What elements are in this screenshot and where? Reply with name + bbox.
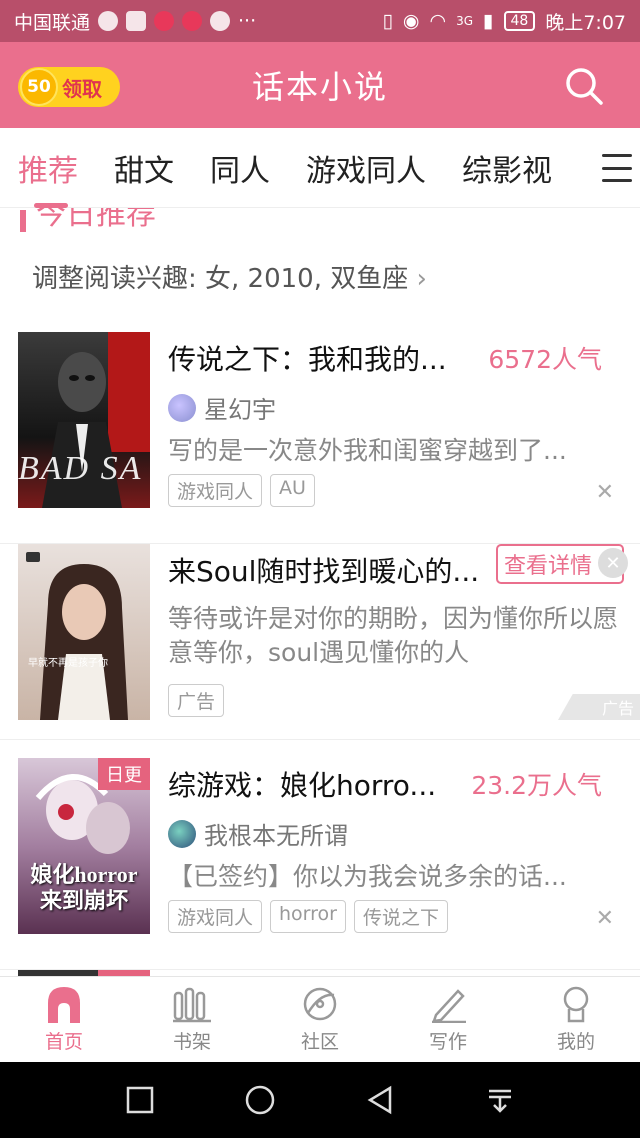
- tag-list: 游戏同人 AU: [168, 474, 315, 507]
- profile-icon: [563, 986, 589, 1023]
- book-title: 综游戏：娘化horro...: [168, 769, 437, 802]
- nav-write[interactable]: 写作: [384, 977, 512, 1062]
- menu-icon[interactable]: [602, 154, 632, 182]
- ad-close-icon[interactable]: ✕: [598, 548, 628, 578]
- claim-coins-button[interactable]: 50 领取: [18, 67, 120, 107]
- nav-write-label: 写作: [428, 1031, 467, 1053]
- home-icon: [48, 987, 80, 1023]
- status-bar: 中国联通 ··· ▯ ◉ ◠ 3G ▮ 48 晚上7:07: [0, 0, 640, 42]
- back-icon[interactable]: [366, 1085, 396, 1115]
- wifi-icon: ◠: [429, 10, 447, 32]
- nav-profile[interactable]: 我的: [512, 977, 640, 1062]
- app-title: 话本小说: [251, 68, 388, 106]
- book-cover[interactable]: BAD SA: [18, 332, 150, 508]
- ad-item[interactable]: 早就不再是孩子你 来Soul随时找到暖心的... 查看详情 ✕ 等待或许是对你的…: [0, 544, 640, 740]
- claim-label: 领取: [62, 76, 102, 101]
- ad-badge: 广告: [558, 694, 640, 720]
- tab-film-tv[interactable]: 综影视: [462, 146, 552, 190]
- system-navigation-bar: [0, 1062, 640, 1138]
- view-details-label: 查看详情: [504, 554, 593, 579]
- network-type: 3G: [456, 14, 474, 28]
- tab-sweet[interactable]: 甜文: [114, 146, 174, 190]
- popularity-count: 23.2万人气: [471, 771, 602, 800]
- tab-game-fanfic[interactable]: 游戏同人: [306, 146, 426, 190]
- tab-recommend[interactable]: 推荐: [18, 146, 78, 208]
- vibrate-icon: ▯: [382, 10, 393, 32]
- author[interactable]: 星幻宇: [168, 390, 276, 425]
- tag[interactable]: horror: [270, 900, 346, 933]
- app-header: 50 领取 话本小说: [0, 42, 640, 206]
- tag[interactable]: 游戏同人: [168, 474, 263, 507]
- tag[interactable]: 传说之下: [354, 900, 449, 933]
- cover-title: 娘化horror来到崩坏: [30, 862, 138, 913]
- nav-profile-label: 我的: [556, 1031, 595, 1053]
- bottom-navigation: 首页 书架 社区 写作 我的: [0, 976, 640, 1062]
- signal-icon: ▮: [483, 10, 494, 32]
- section-title: 今日推荐: [36, 208, 156, 232]
- section-accent-bar: [20, 210, 26, 232]
- cover-title: BAD SA: [18, 450, 143, 487]
- section-header: 今日推荐: [20, 208, 156, 232]
- carrier-label: 中国联通: [14, 11, 91, 34]
- clock: 晚上7:07: [545, 11, 626, 34]
- portrait-icon: [26, 552, 128, 720]
- ad-title: 来Soul随时找到暖心的...: [168, 555, 480, 588]
- tab-fanfic[interactable]: 同人: [210, 146, 270, 190]
- preferences-label: 调整阅读兴趣: 女, 2010, 双鱼座: [32, 264, 409, 294]
- recent-apps-icon[interactable]: [125, 1085, 155, 1115]
- ad-cover-caption: 早就不再是孩子你: [28, 658, 108, 669]
- planet-icon: [303, 987, 337, 1021]
- xiaohongshu-icon: [154, 11, 175, 31]
- popularity-count: 6572人气: [488, 345, 602, 374]
- more-notifications: ···: [238, 10, 257, 32]
- close-icon[interactable]: ✕: [596, 480, 614, 505]
- avatar: [168, 393, 196, 422]
- tag[interactable]: AU: [270, 474, 315, 507]
- close-icon[interactable]: ✕: [596, 906, 614, 931]
- nav-community[interactable]: 社区: [256, 977, 384, 1062]
- ad-cover[interactable]: 早就不再是孩子你: [18, 544, 150, 720]
- battery-indicator: 48: [503, 11, 536, 31]
- chevron-right-icon: ›: [416, 264, 427, 294]
- author-name: 星幻宇: [204, 396, 276, 424]
- book-description: 【已签约】你以为我会说多余的话...: [168, 862, 567, 891]
- gallery-icon: [126, 11, 147, 31]
- category-tabs: 推荐 甜文 同人 游戏同人 综影视: [0, 128, 640, 208]
- reading-preferences-link[interactable]: 调整阅读兴趣: 女, 2010, 双鱼座 ›: [32, 258, 427, 295]
- avatar: [168, 819, 196, 848]
- book-cover[interactable]: 日更 娘化horror来到崩坏: [18, 758, 150, 934]
- bookshelf-icon: [173, 987, 211, 1023]
- home-button-icon[interactable]: [244, 1084, 276, 1116]
- ad-description: 等待或许是对你的期盼，因为懂你所以愿意等你，soul遇见懂你的人: [168, 604, 619, 667]
- nav-home-label: 首页: [44, 1031, 83, 1053]
- browser-icon: [98, 11, 119, 31]
- nav-bookshelf-label: 书架: [172, 1031, 211, 1053]
- chat-icon: [210, 11, 231, 31]
- tag[interactable]: 游戏同人: [168, 900, 263, 933]
- eye-icon: ◉: [402, 10, 420, 32]
- app-notification-icon: [182, 11, 203, 31]
- author[interactable]: 我根本无所谓: [168, 816, 348, 851]
- notification-shade-icon[interactable]: [485, 1085, 515, 1115]
- nav-bookshelf[interactable]: 书架: [128, 977, 256, 1062]
- book-title: 传说之下：我和我的...: [168, 343, 447, 376]
- list-item[interactable]: BAD SA 传说之下：我和我的... 6572人气 星幻宇 写的是一次意外我和…: [0, 332, 640, 544]
- book-description: 写的是一次意外我和闺蜜穿越到了...: [168, 436, 567, 465]
- author-name: 我根本无所谓: [204, 822, 348, 850]
- list-item[interactable]: 日更 娘化horror来到崩坏 综游戏：娘化horro... 23.2万人气 我…: [0, 758, 640, 970]
- nav-community-label: 社区: [300, 1031, 339, 1053]
- update-badge: 日更: [98, 758, 150, 790]
- pencil-icon: [432, 989, 466, 1023]
- ad-badge-label: 广告: [601, 699, 634, 718]
- nav-home[interactable]: 首页: [0, 977, 128, 1062]
- search-icon[interactable]: [564, 66, 604, 106]
- tag-list: 游戏同人 horror 传说之下: [168, 900, 449, 933]
- coin-icon: 50: [20, 68, 58, 106]
- ad-tag: 广告: [168, 684, 225, 717]
